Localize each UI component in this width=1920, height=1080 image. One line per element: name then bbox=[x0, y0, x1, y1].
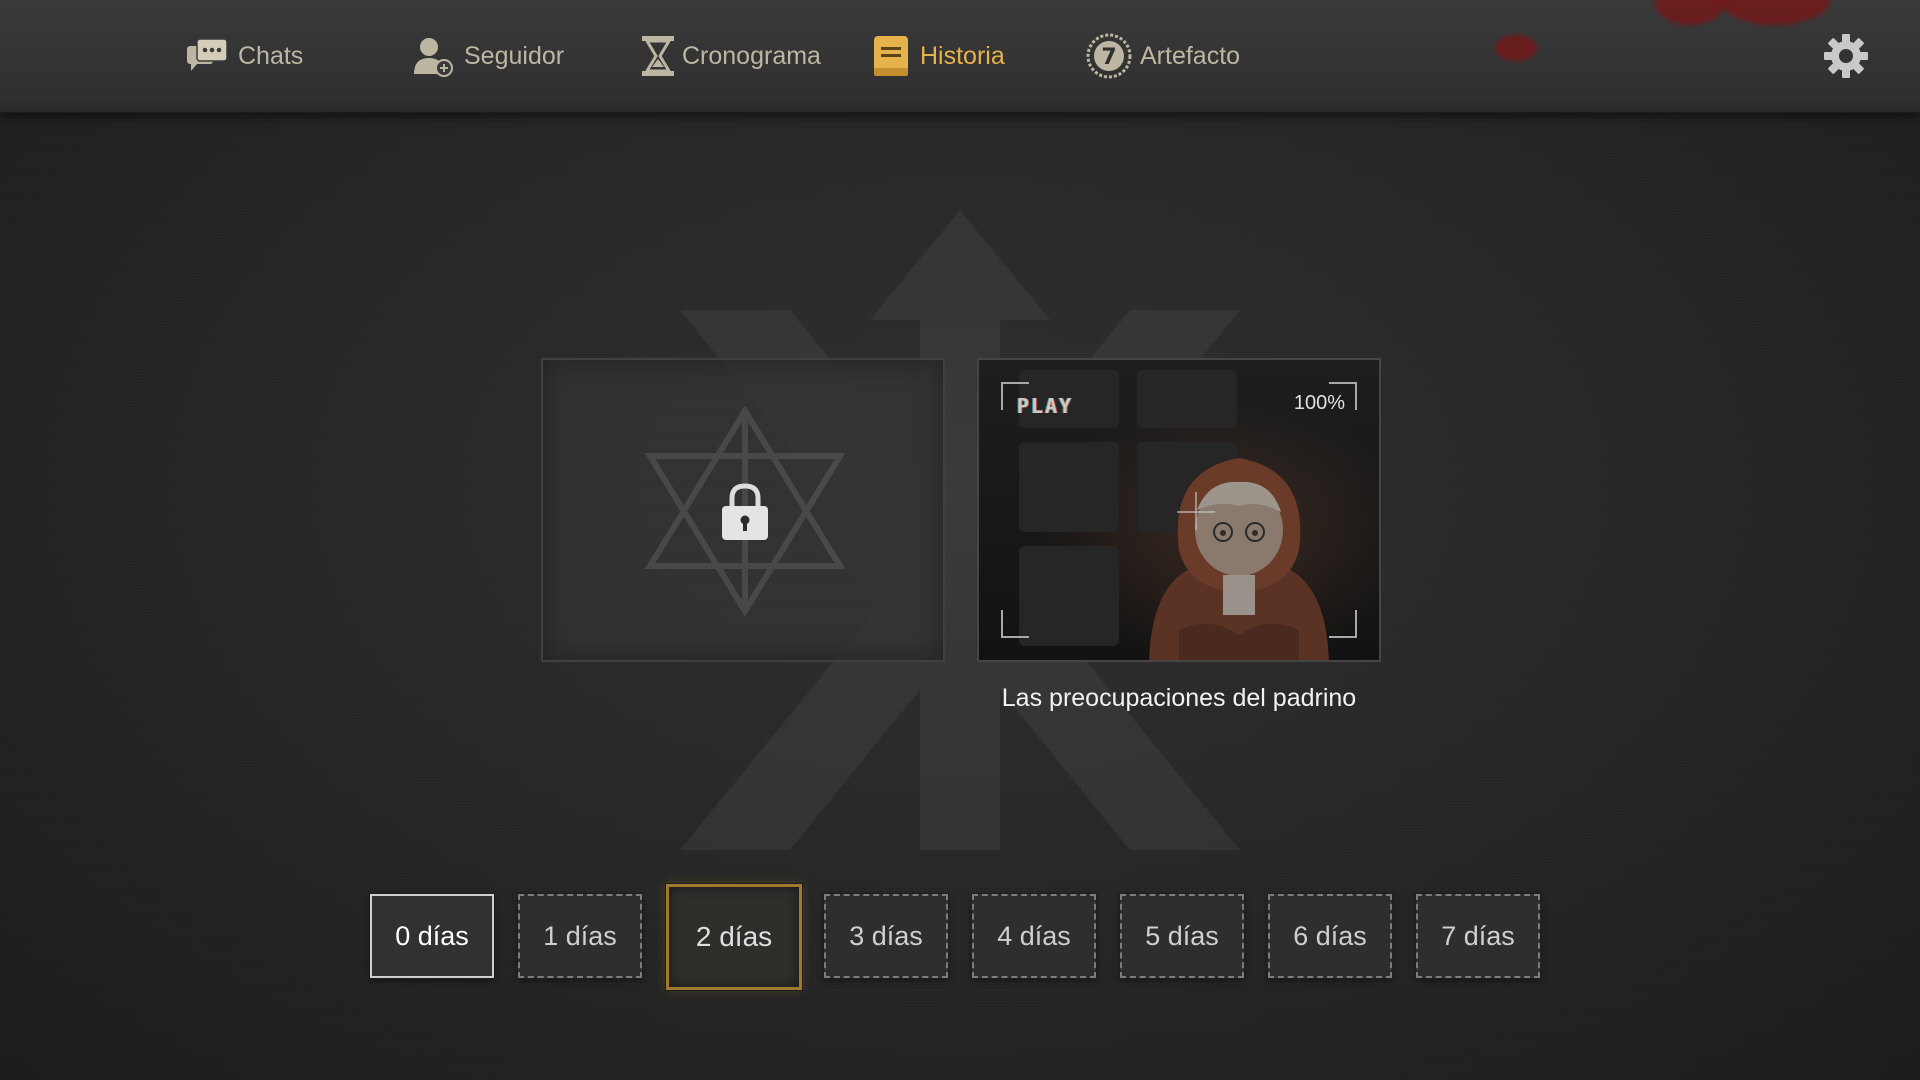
nav-tab-label: Seguidor bbox=[464, 41, 565, 70]
nav-tab-label: Cronograma bbox=[682, 41, 821, 70]
nav-tab-chats[interactable]: Chats bbox=[184, 30, 303, 82]
nav-tab-label: Chats bbox=[238, 41, 304, 70]
day-button-1[interactable]: 1 días bbox=[517, 893, 643, 979]
top-navigation-bar: Chats Seguidor Cronograma Historia 7 Art… bbox=[0, 0, 1920, 113]
nav-tab-artefacto[interactable]: 7 Artefacto bbox=[1086, 30, 1240, 82]
book-icon bbox=[870, 33, 912, 79]
play-label: PLAY bbox=[1017, 394, 1074, 418]
locked-story-card bbox=[541, 358, 945, 662]
day-button-0[interactable]: 0 días bbox=[369, 893, 495, 979]
day-button-5[interactable]: 5 días bbox=[1119, 893, 1245, 979]
nav-tab-cronograma[interactable]: Cronograma bbox=[638, 30, 821, 82]
svg-text:7: 7 bbox=[1101, 45, 1116, 70]
artifact-seven-icon: 7 bbox=[1086, 33, 1132, 79]
blood-splatter-decoration bbox=[1495, 35, 1537, 61]
progress-percent: 100% bbox=[1293, 392, 1345, 414]
blood-splatter-decoration bbox=[1655, 0, 1725, 25]
add-follower-icon bbox=[410, 33, 456, 79]
lock-icon bbox=[722, 483, 768, 540]
gear-icon[interactable] bbox=[1822, 32, 1870, 80]
nav-tab-label: Artefacto bbox=[1140, 41, 1241, 70]
nav-tab-seguidor[interactable]: Seguidor bbox=[410, 30, 564, 82]
window-pane bbox=[1019, 442, 1119, 532]
crosshair bbox=[1195, 492, 1197, 530]
day-button-7[interactable]: 7 días bbox=[1415, 893, 1541, 979]
window-pane bbox=[1137, 370, 1237, 428]
story-title: Las preocupaciones del padrino bbox=[1001, 684, 1357, 712]
window-pane bbox=[1019, 546, 1119, 646]
hooded-character-illustration bbox=[1149, 458, 1329, 660]
day-button-6[interactable]: 6 días bbox=[1267, 893, 1393, 979]
chat-bubbles-icon bbox=[184, 33, 230, 79]
story-video-card[interactable]: PLAY 100% bbox=[977, 358, 1381, 662]
viewfinder-corner bbox=[1001, 610, 1029, 638]
day-button-4[interactable]: 4 días bbox=[971, 893, 1097, 979]
nav-tab-label: Historia bbox=[920, 41, 1005, 70]
day-button-3[interactable]: 3 días bbox=[823, 893, 949, 979]
story-screen: Chats Seguidor Cronograma Historia 7 Art… bbox=[0, 0, 1920, 1080]
nav-tab-historia[interactable]: Historia bbox=[870, 30, 1005, 82]
viewfinder-corner bbox=[1329, 610, 1357, 638]
hourglass-icon bbox=[638, 33, 678, 79]
day-button-2[interactable]: 2 días bbox=[665, 883, 803, 991]
blood-splatter-decoration bbox=[1720, 0, 1830, 25]
